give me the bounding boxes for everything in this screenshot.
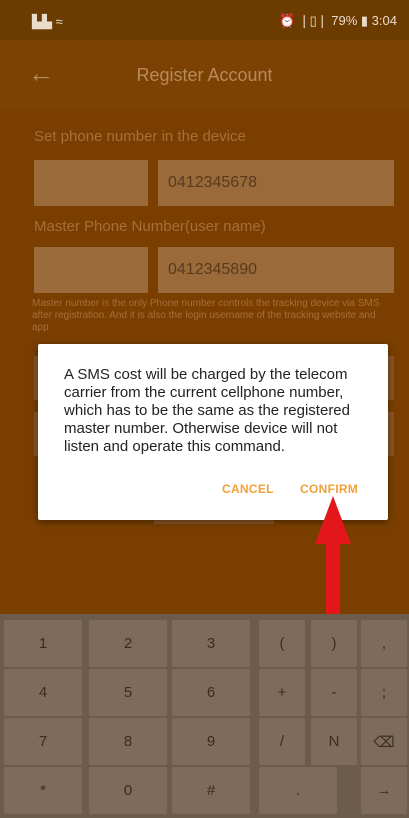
- numeric-keyboard: 1 2 3 ( ) , 4 5 6 + - ; 7 8 9 / N ⌫ * 0 …: [0, 614, 409, 818]
- key-n[interactable]: N: [311, 718, 357, 765]
- dialog-message: A SMS cost will be charged by the teleco…: [64, 366, 350, 455]
- device-number-field[interactable]: 0412345678: [158, 160, 394, 206]
- key-8[interactable]: 8: [89, 718, 167, 765]
- key-slash[interactable]: /: [259, 718, 305, 765]
- key-4[interactable]: 4: [4, 669, 82, 716]
- master-number-label: Master Phone Number(user name): [34, 218, 266, 235]
- key-9[interactable]: 9: [172, 718, 250, 765]
- key-plus[interactable]: +: [259, 669, 305, 716]
- red-arrow-annotation: [315, 496, 351, 618]
- device-country-code-field[interactable]: [34, 160, 148, 206]
- master-number-hint: Master number is the only Phone number c…: [32, 298, 380, 333]
- key-dot[interactable]: .: [259, 767, 337, 814]
- key-3[interactable]: 3: [172, 620, 250, 667]
- key-6[interactable]: 6: [172, 669, 250, 716]
- key-0[interactable]: 0: [89, 767, 167, 814]
- sms-cost-dialog: A SMS cost will be charged by the teleco…: [38, 344, 388, 520]
- key-asterisk[interactable]: *: [4, 767, 82, 814]
- key-semicolon[interactable]: ;: [361, 669, 407, 716]
- master-country-code-field[interactable]: [34, 247, 148, 293]
- key-comma[interactable]: ,: [361, 620, 407, 667]
- status-bar: ▙▙ ≈ ⏰ ❘▯❘ 79% ▮ 3:04: [0, 0, 409, 40]
- key-minus[interactable]: -: [311, 669, 357, 716]
- red-arrow-shape: [315, 496, 351, 618]
- confirm-button[interactable]: CONFIRM: [300, 482, 358, 496]
- page-title: Register Account: [136, 65, 273, 85]
- key-5[interactable]: 5: [89, 669, 167, 716]
- key-1[interactable]: 1: [4, 620, 82, 667]
- key-2[interactable]: 2: [89, 620, 167, 667]
- key-close-paren[interactable]: ): [311, 620, 357, 667]
- key-open-paren[interactable]: (: [259, 620, 305, 667]
- cancel-button[interactable]: CANCEL: [222, 482, 274, 496]
- status-right: ⏰ ❘▯❘ 79% ▮ 3:04: [278, 13, 397, 28]
- key-7[interactable]: 7: [4, 718, 82, 765]
- backspace-icon[interactable]: ⌫: [361, 718, 407, 765]
- app-bar: ← Register Account: [0, 40, 409, 110]
- master-number-field[interactable]: 0412345890: [158, 247, 394, 293]
- enter-arrow-icon[interactable]: →: [361, 767, 407, 814]
- key-hash[interactable]: #: [172, 767, 250, 814]
- register-screen: ▙▙ ≈ ⏰ ❘▯❘ 79% ▮ 3:04 ← Register Account…: [0, 0, 409, 818]
- device-number-label: Set phone number in the device: [34, 128, 246, 145]
- signal-wifi-icon: ▙▙ ≈: [32, 14, 63, 29]
